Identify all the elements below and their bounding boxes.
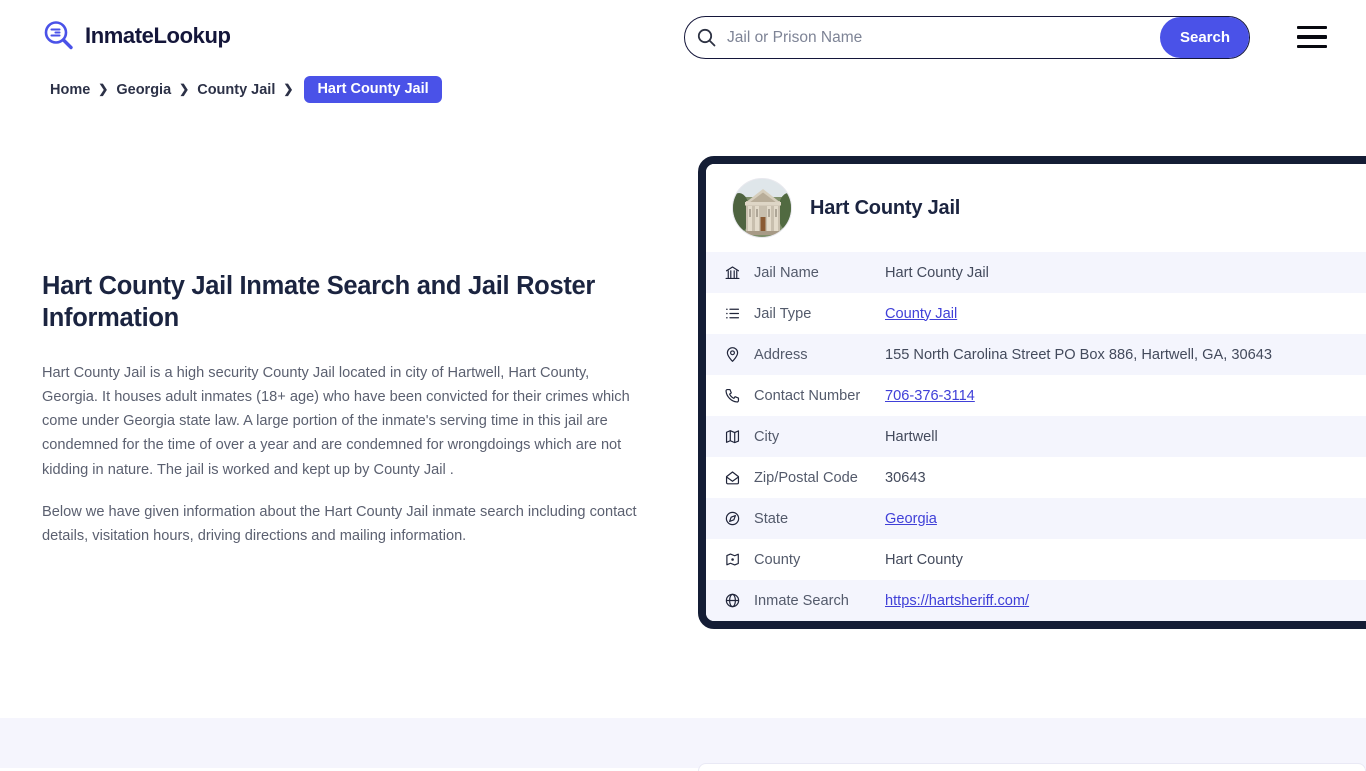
chevron-right-icon: ❯ (283, 81, 294, 96)
intro-paragraph: Hart County Jail is a high security Coun… (42, 364, 630, 478)
globe-icon (724, 592, 754, 609)
breadcrumb-item-county-jail[interactable]: County Jail (197, 82, 275, 98)
row-value: Georgia (885, 511, 937, 527)
table-row: Jail Type County Jail (706, 293, 1366, 334)
search-icon (685, 17, 727, 58)
map-pin-icon (724, 346, 754, 363)
jail-type-link[interactable]: County Jail (885, 306, 957, 322)
breadcrumb-item-current[interactable]: Hart County Jail (304, 76, 442, 103)
site-logo-text: InmateLookup (85, 23, 231, 48)
row-value: Hart County Jail (885, 264, 989, 281)
globe-compass-icon (724, 510, 754, 527)
row-value: Hart County (885, 551, 963, 568)
table-row: Zip/Postal Code 30643 (706, 457, 1366, 498)
inmate-search-link[interactable]: https://hartsheriff.com/ (885, 593, 1029, 609)
row-value: https://hartsheriff.com/ (885, 593, 1029, 609)
breadcrumb-item-georgia[interactable]: Georgia (116, 82, 171, 98)
row-value: County Jail (885, 306, 957, 322)
hamburger-bar (1297, 35, 1327, 39)
search-input[interactable] (727, 17, 1160, 58)
row-label: Jail Type (754, 305, 812, 322)
bank-icon (724, 264, 754, 281)
jail-card-title: Hart County Jail (810, 196, 961, 219)
table-row: City Hartwell (706, 416, 1366, 457)
table-row: County Hart County (706, 539, 1366, 580)
chevron-right-icon: ❯ (98, 81, 109, 96)
row-value: 155 North Carolina Street PO Box 886, Ha… (885, 346, 1272, 363)
hamburger-bar (1297, 44, 1327, 48)
breadcrumb: Home ❯ Georgia ❯ County Jail ❯ Hart Coun… (50, 76, 442, 103)
page-title: Hart County Jail Inmate Search and Jail … (42, 272, 596, 333)
row-value: 30643 (885, 469, 926, 486)
hamburger-bar (1297, 26, 1327, 30)
search-magnifier-icon (42, 19, 76, 53)
search-button[interactable]: Search (1160, 17, 1249, 58)
map-location-icon (724, 551, 754, 568)
row-label: Inmate Search (754, 592, 849, 609)
jail-detail-card: Hart County Jail Jail Name Hart County J… (698, 156, 1366, 629)
site-header: InmateLookup Search (0, 0, 1366, 74)
row-label: City (754, 428, 780, 445)
chevron-right-icon: ❯ (179, 81, 190, 96)
jail-card-header: Hart County Jail (706, 164, 1366, 252)
secondary-paragraph: Below we have given information about th… (42, 503, 637, 545)
phone-icon (724, 387, 754, 404)
table-row: Contact Number 706-376-3114 (706, 375, 1366, 416)
row-label: Jail Name (754, 264, 819, 281)
row-label: Contact Number (754, 387, 861, 404)
row-value: Hartwell (885, 428, 938, 445)
table-row: Jail Name Hart County Jail (706, 252, 1366, 293)
map-icon (724, 428, 754, 445)
site-logo[interactable]: InmateLookup (42, 19, 231, 53)
search-bar: Search (684, 16, 1250, 59)
table-row: Inmate Search https://hartsheriff.com/ (706, 580, 1366, 621)
list-icon (724, 305, 754, 322)
row-value: 706-376-3114 (885, 388, 975, 404)
article-column: Hart County Jail Inmate Search and Jail … (42, 270, 640, 566)
row-label: County (754, 551, 801, 568)
bottom-card-peek (698, 763, 1366, 771)
courthouse-photo (732, 178, 792, 238)
breadcrumb-item-home[interactable]: Home (50, 82, 90, 98)
row-label: Address (754, 346, 808, 363)
table-row: Address 155 North Carolina Street PO Box… (706, 334, 1366, 375)
bottom-section (0, 718, 1366, 768)
state-link[interactable]: Georgia (885, 511, 937, 527)
envelope-icon (724, 469, 754, 486)
row-label: Zip/Postal Code (754, 469, 858, 486)
contact-number-link[interactable]: 706-376-3114 (885, 388, 975, 404)
hamburger-menu-icon[interactable] (1297, 26, 1327, 48)
row-label: State (754, 510, 789, 527)
table-row: State Georgia (706, 498, 1366, 539)
